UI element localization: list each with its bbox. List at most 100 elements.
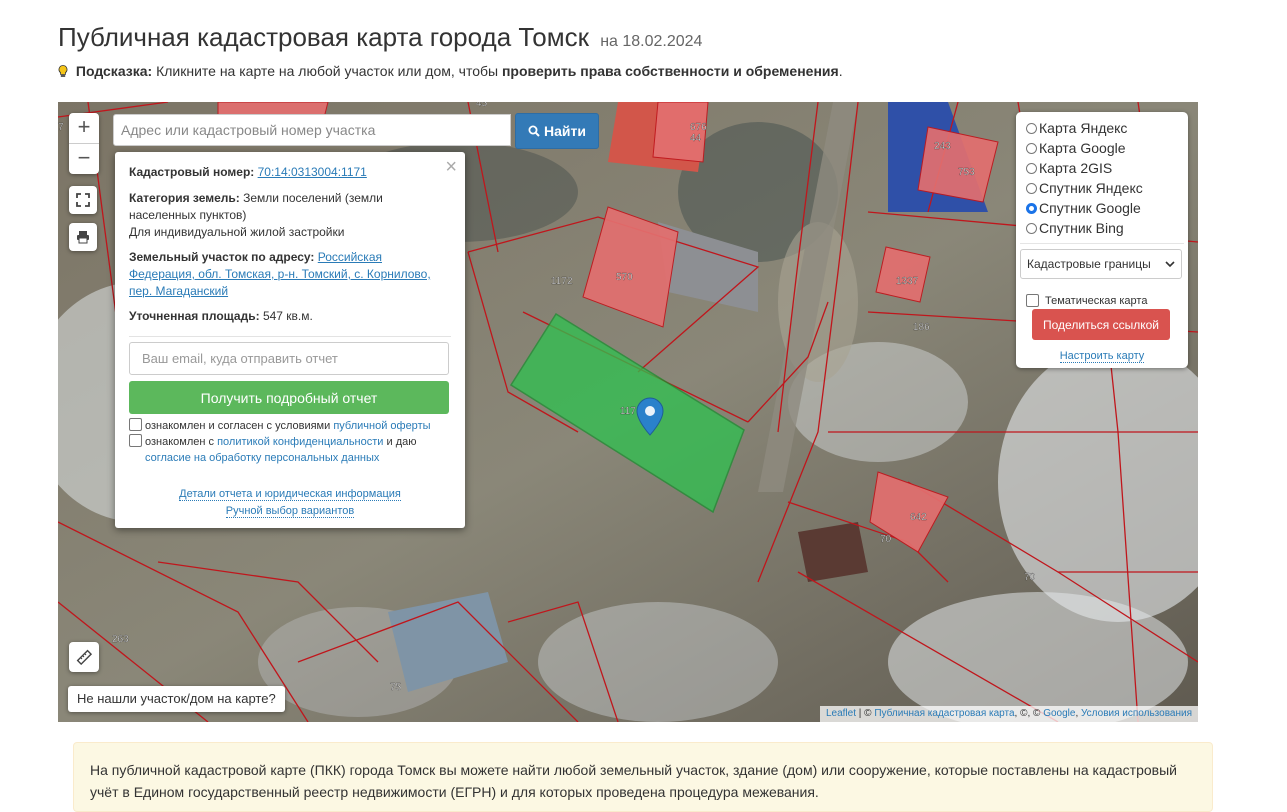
manual-select-link[interactable]: Ручной выбор вариантов bbox=[225, 505, 355, 518]
terms-link[interactable]: Условия использования bbox=[1081, 708, 1192, 719]
manual-link-row: Ручной выбор вариантов bbox=[115, 505, 465, 518]
hint-end: . bbox=[838, 63, 843, 79]
parcel-label: 45 bbox=[476, 102, 488, 109]
address-link-3[interactable]: пер. Магаданский bbox=[129, 284, 228, 298]
thematic-label: Тематическая карта bbox=[1045, 294, 1148, 307]
privacy-link[interactable]: политикой конфиденциальности bbox=[217, 436, 383, 448]
radio-selected-icon bbox=[1026, 202, 1037, 214]
print-button[interactable] bbox=[69, 223, 97, 251]
layer-option-yandex-sat[interactable]: Спутник Яндекс bbox=[1026, 180, 1143, 196]
layer-label: Спутник Яндекс bbox=[1039, 180, 1143, 196]
find-button[interactable]: Найти bbox=[515, 113, 599, 149]
layer-option-2gis-map[interactable]: Карта 2GIS bbox=[1026, 160, 1112, 176]
overlay-select-value: Кадастровые границы bbox=[1027, 257, 1151, 271]
parcel-label: 117 bbox=[620, 406, 636, 417]
map-attribution: Leaflet | © Публичная кадастровая карта,… bbox=[819, 706, 1198, 722]
attrib-sep: , ©, © bbox=[1014, 708, 1044, 719]
search-input[interactable] bbox=[113, 114, 511, 146]
layer-label: Карта Яндекс bbox=[1039, 120, 1128, 136]
cad-number-label: Кадастровый номер: bbox=[129, 165, 255, 179]
thematic-map-toggle[interactable]: Тематическая карта bbox=[1026, 294, 1147, 307]
details-link-row: Детали отчета и юридическая информация bbox=[115, 488, 465, 501]
layers-panel: Карта Яндекс Карта Google Карта 2GIS Спу… bbox=[1016, 112, 1188, 368]
parcel-label: 753 bbox=[958, 167, 975, 178]
hint-label: Подсказка: bbox=[75, 63, 153, 79]
address-row: Земельный участок по адресу: Российская … bbox=[129, 249, 451, 300]
layer-option-yandex-map[interactable]: Карта Яндекс bbox=[1026, 120, 1127, 136]
radio-icon bbox=[1026, 182, 1037, 194]
privacy-text-2: и даю bbox=[386, 436, 417, 448]
parcel-label: 570 bbox=[616, 272, 633, 283]
offer-agreement: ознакомлен и согласен с условиями публич… bbox=[129, 418, 451, 434]
layer-label: Спутник Google bbox=[1039, 200, 1141, 216]
land-use-value: Для индивидуальной жилой застройки bbox=[129, 225, 345, 239]
divider bbox=[1020, 243, 1184, 244]
radio-icon bbox=[1026, 222, 1037, 234]
privacy-text: ознакомлен с bbox=[145, 436, 215, 448]
leaflet-link[interactable]: Leaflet bbox=[826, 708, 856, 719]
zoom-control: + − bbox=[69, 113, 99, 174]
cad-number-row: Кадастровый номер: 70:14:0313004:1171 bbox=[129, 164, 451, 181]
parcel-popup: × Кадастровый номер: 70:14:0313004:1171 … bbox=[115, 152, 465, 528]
parcel-label: 243 bbox=[934, 141, 951, 152]
area-row: Уточненная площадь: 547 кв.м. bbox=[129, 308, 451, 325]
land-category-label: Категория земель: bbox=[129, 191, 240, 205]
map[interactable]: 1172 570 676 44 243 753 1337 186 117 642… bbox=[58, 102, 1198, 722]
parcel-label: 676 bbox=[690, 122, 707, 133]
zoom-in-button[interactable]: + bbox=[69, 113, 99, 144]
layer-label: Карта Google bbox=[1039, 140, 1126, 156]
consent-link[interactable]: согласие на обработку персональных данны… bbox=[145, 452, 379, 464]
parcel-label: 7 bbox=[58, 122, 64, 133]
hint: Подсказка: Кликните на карте на любой уч… bbox=[58, 63, 843, 79]
privacy-agreement: ознакомлен с политикой конфиденциальност… bbox=[129, 434, 451, 466]
address-link[interactable]: Российская bbox=[318, 250, 382, 264]
zoom-out-button[interactable]: − bbox=[69, 144, 99, 174]
find-button-label: Найти bbox=[544, 123, 586, 139]
layer-option-google-map[interactable]: Карта Google bbox=[1026, 140, 1126, 156]
email-field[interactable] bbox=[129, 342, 449, 375]
layer-label: Спутник Bing bbox=[1039, 220, 1124, 236]
thematic-checkbox[interactable] bbox=[1026, 294, 1039, 307]
get-report-button[interactable]: Получить подробный отчет bbox=[129, 381, 449, 414]
print-icon bbox=[77, 231, 89, 244]
pkk-link[interactable]: Публичная кадастровая карта bbox=[874, 708, 1014, 719]
not-found-button[interactable]: Не нашли участок/дом на карте? bbox=[68, 686, 285, 712]
layer-option-bing-sat[interactable]: Спутник Bing bbox=[1026, 220, 1124, 236]
info-text: На публичной кадастровой карте (ПКК) гор… bbox=[90, 762, 1177, 800]
hint-text: Кликните на карте на любой участок или д… bbox=[156, 63, 499, 79]
page-title-text: Публичная кадастровая карта города Томск bbox=[58, 22, 589, 52]
offer-link[interactable]: публичной оферты bbox=[333, 420, 430, 432]
land-category-value-2: населенных пунктов) bbox=[129, 208, 247, 222]
google-link[interactable]: Google bbox=[1043, 708, 1075, 719]
cad-number-link[interactable]: 70:14:0313004:1171 bbox=[258, 165, 367, 179]
parcel-label: 642 bbox=[910, 512, 927, 523]
divider bbox=[129, 336, 451, 337]
fullscreen-icon bbox=[76, 193, 90, 207]
area-label: Уточненная площадь: bbox=[129, 309, 260, 323]
area-value: 547 кв.м. bbox=[262, 309, 313, 323]
setup-map-row: Настроить карту bbox=[1016, 350, 1188, 363]
offer-checkbox[interactable] bbox=[129, 418, 142, 431]
radio-icon bbox=[1026, 122, 1037, 134]
lightbulb-icon bbox=[58, 65, 68, 77]
address-link-2[interactable]: Федерация, обл. Томская, р-н. Томский, с… bbox=[129, 267, 431, 281]
setup-map-link[interactable]: Настроить карту bbox=[1059, 350, 1145, 363]
chevron-down-icon bbox=[1165, 261, 1175, 268]
parcel-label: 70 bbox=[880, 534, 892, 545]
share-link-button[interactable]: Поделиться ссылкой bbox=[1032, 309, 1170, 340]
privacy-checkbox[interactable] bbox=[129, 434, 142, 447]
layer-option-google-sat[interactable]: Спутник Google bbox=[1026, 200, 1141, 216]
parcel-label: 44 bbox=[690, 133, 702, 144]
details-link[interactable]: Детали отчета и юридическая информация bbox=[179, 488, 401, 501]
attrib-sep: | © bbox=[856, 708, 875, 719]
address-label: Земельный участок по адресу: bbox=[129, 250, 315, 264]
parcel-label: 70 bbox=[1024, 572, 1036, 583]
layer-label: Карта 2GIS bbox=[1039, 160, 1113, 176]
fullscreen-button[interactable] bbox=[69, 186, 97, 214]
ruler-button[interactable] bbox=[69, 642, 99, 672]
parcel-label: 1172 bbox=[551, 276, 573, 287]
overlay-select[interactable]: Кадастровые границы bbox=[1020, 249, 1182, 279]
search-icon bbox=[528, 125, 540, 137]
page-date: на 18.02.2024 bbox=[600, 33, 703, 50]
ruler-icon bbox=[76, 649, 92, 665]
